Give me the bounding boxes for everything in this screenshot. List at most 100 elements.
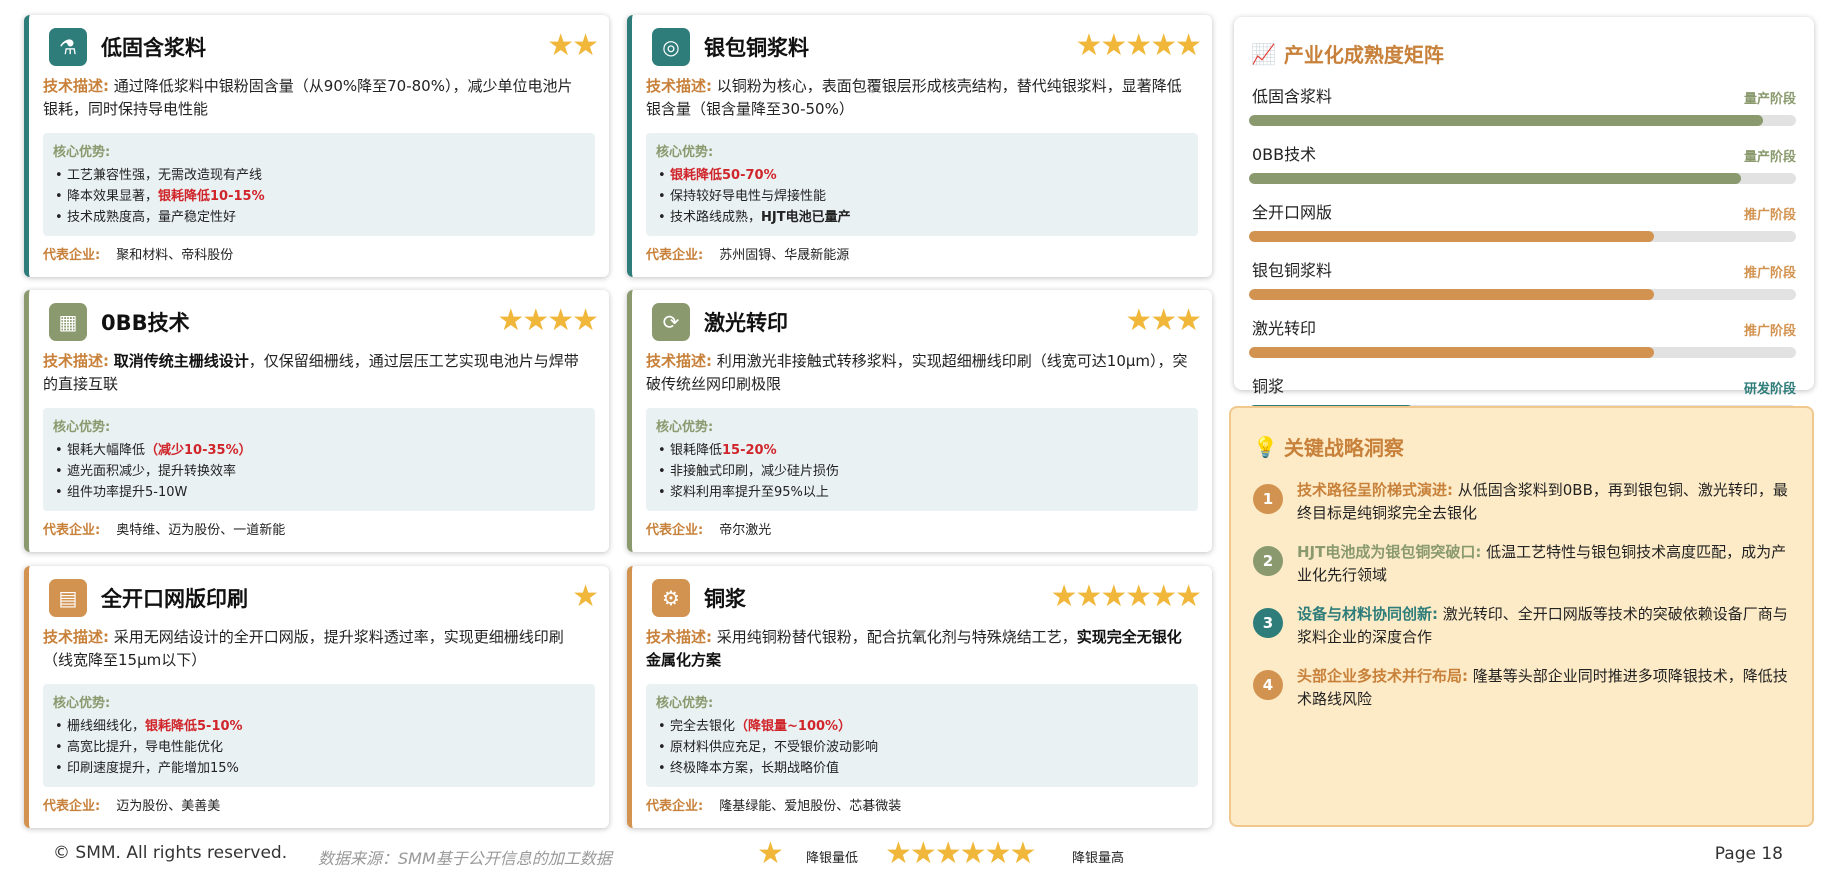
chart-line-icon: 📈	[1251, 41, 1276, 66]
progress-fill	[1249, 231, 1654, 242]
card-title: 铜浆	[704, 587, 746, 611]
progress-bar	[1249, 173, 1796, 184]
row-name: 铜浆	[1252, 377, 1285, 396]
companies: 代表企业: 苏州固锝、华晟新能源	[646, 248, 850, 263]
list-item: 银耗大幅降低（减少10-35%）	[53, 440, 585, 461]
star-rating: ★★	[547, 28, 599, 63]
matrix-row: 全开口网版 推广阶段	[1249, 199, 1796, 242]
star-rating: ★★★	[1125, 303, 1202, 338]
stage-label: 研发阶段	[1743, 382, 1796, 397]
tech-card-full-open-screen: ▤ 全开口网版印刷 ★ 技术描述: 采用无网结设计的全开口网版，提升浆料透过率，…	[24, 566, 609, 828]
list-item: 原材料供应充足，不受银价波动影响	[656, 737, 1188, 758]
advantages-box: 核心优势: 银耗降低15-20% 非接触式印刷，减少硅片损伤 浆料利用率提升至9…	[646, 408, 1198, 511]
number-badge: 1	[1253, 484, 1283, 514]
tech-card-low-solid: ⚗ 低固含浆料 ★★ 技术描述: 通过降低浆料中银粉固含量（从90%降至70-8…	[24, 15, 609, 277]
progress-fill	[1249, 173, 1742, 184]
card-title: 银包铜浆料	[704, 36, 809, 60]
card-description: 技术描述: 通过降低浆料中银粉固含量（从90%降至70-80%），减少单位电池片…	[43, 77, 573, 118]
row-name: 0BB技术	[1252, 145, 1317, 164]
insight-text: 技术路径呈阶梯式演进: 从低固含浆料到0BB，再到银包铜、激光转印，最终目标是纯…	[1297, 481, 1788, 522]
insight-text: HJT电池成为银包铜突破口: 低温工艺特性与银包铜技术高度匹配，成为产业化先行领…	[1297, 543, 1787, 584]
legend-label-high: 降银量高	[1072, 851, 1125, 866]
list-item: 高宽比提升，导电性能优化	[53, 737, 585, 758]
card-description: 技术描述: 采用无网结设计的全开口网版，提升浆料透过率，实现更细栅线印刷（线宽降…	[43, 628, 564, 669]
matrix-row: 银包铜浆料 推广阶段	[1249, 257, 1796, 300]
strategic-insights-panel: 💡 关键战略洞察 1 技术路径呈阶梯式演进: 从低固含浆料到0BB，再到银包铜、激…	[1229, 406, 1814, 827]
coins-icon: ◎	[652, 28, 690, 66]
matrix-row: 0BB技术 量产阶段	[1249, 141, 1796, 184]
insight-item: 3 设备与材料协同创新: 激光转印、全开口网版等技术的突破依赖设备厂商与浆料企业的…	[1253, 603, 1792, 649]
page-number: Page 18	[1714, 844, 1783, 864]
list-item: 银耗降低15-20%	[656, 440, 1188, 461]
card-description: 技术描述: 采用纯铜粉替代银粉，配合抗氧化剂与特殊烧结工艺，实现完全无银化金属化…	[646, 628, 1182, 669]
tech-card-0bb: ▦ 0BB技术 ★★★★ 技术描述: 取消传统主栅线设计，仅保留细栅线，通过层压…	[24, 290, 609, 552]
progress-fill	[1249, 289, 1654, 300]
legend-star-low: ★	[757, 836, 784, 871]
list-item: 非接触式印刷，减少硅片损伤	[656, 461, 1188, 482]
list-item: 工艺兼容性强，无需改造现有产线	[53, 165, 585, 186]
companies: 代表企业: 奥特维、迈为股份、一道新能	[43, 523, 286, 538]
card-description: 技术描述: 取消传统主栅线设计，仅保留细栅线，通过层压工艺实现电池片与焊带的直接…	[43, 352, 579, 393]
row-name: 低固含浆料	[1252, 87, 1333, 106]
companies: 代表企业: 隆基绿能、爱旭股份、芯碁微装	[646, 799, 902, 814]
legend-star-high: ★★★★★★	[885, 836, 1036, 871]
flask-icon: ⚗	[49, 28, 87, 66]
list-item: 银耗降低50-70%	[656, 165, 1188, 186]
matrix-row: 激光转印 推广阶段	[1249, 315, 1796, 358]
list-item: 保持较好导电性与焊接性能	[656, 186, 1188, 207]
stage-label: 推广阶段	[1743, 266, 1796, 281]
footer: © SMM. All rights reserved. 数据来源：SMM基于公开…	[0, 835, 1825, 875]
card-title: 全开口网版印刷	[101, 587, 248, 611]
list-item: 印刷速度提升，产能增加15%	[53, 758, 585, 779]
advantages-box: 核心优势: 栅线细线化，银耗降低5-10% 高宽比提升，导电性能优化 印刷速度提…	[43, 684, 595, 787]
card-title: 0BB技术	[101, 311, 190, 335]
card-title: 低固含浆料	[101, 36, 206, 60]
companies: 代表企业: 迈为股份、美善美	[43, 799, 221, 814]
advantages-box: 核心优势: 银耗大幅降低（减少10-35%） 遮光面积减少，提升转换效率 组件功…	[43, 408, 595, 511]
list-item: 终极降本方案，长期战略价值	[656, 758, 1188, 779]
number-badge: 4	[1253, 670, 1283, 700]
refresh-icon: ⟳	[652, 303, 690, 341]
list-item: 栅线细线化，银耗降低5-10%	[53, 716, 585, 737]
star-rating: ★★★★★★	[1050, 579, 1202, 614]
panel-title: 💡 关键战略洞察	[1253, 434, 1404, 461]
stage-label: 量产阶段	[1743, 150, 1796, 165]
maturity-matrix-panel: 📈 产业化成熟度矩阵 低固含浆料 量产阶段 0BB技术 量产阶段 全开口网版 推广阶段 银包…	[1234, 17, 1814, 416]
printer-icon: ▤	[49, 579, 87, 617]
data-source: 数据来源：SMM基于公开信息的加工数据	[318, 849, 612, 868]
copyright: © SMM. All rights reserved.	[53, 843, 288, 863]
companies: 代表企业: 聚和材料、帝科股份	[43, 248, 234, 263]
advantages-box: 核心优势: 工艺兼容性强，无需改造现有产线 降本效果显著，银耗降低10-15% …	[43, 133, 595, 236]
row-name: 全开口网版	[1252, 203, 1333, 222]
matrix-row: 低固含浆料 量产阶段	[1249, 83, 1796, 126]
insight-text: 头部企业多技术并行布局: 隆基等头部企业同时推进多项降银技术，降低技术路线风险	[1297, 667, 1788, 708]
lightbulb-icon: 💡	[1253, 434, 1278, 459]
progress-fill	[1249, 115, 1764, 126]
companies: 代表企业: 帝尔激光	[646, 523, 772, 538]
list-item: 技术路线成熟，HJT电池已量产	[656, 207, 1188, 228]
progress-bar	[1249, 115, 1796, 126]
row-name: 银包铜浆料	[1252, 261, 1333, 280]
list-item: 降本效果显著，银耗降低10-15%	[53, 186, 585, 207]
slide-page: ⚗ 低固含浆料 ★★ 技术描述: 通过降低浆料中银粉固含量（从90%降至70-8…	[0, 0, 1825, 883]
insight-text: 设备与材料协同创新: 激光转印、全开口网版等技术的突破依赖设备厂商与浆料企业的深…	[1297, 605, 1788, 646]
stage-label: 量产阶段	[1743, 92, 1796, 107]
progress-bar	[1249, 347, 1796, 358]
grid-icon: ▦	[49, 303, 87, 341]
card-description: 技术描述: 以铜粉为核心，表面包覆银层形成核壳结构，替代纯银浆料，显著降低银含量…	[646, 77, 1182, 118]
gear-icon: ⚙	[652, 579, 690, 617]
list-item: 遮光面积减少，提升转换效率	[53, 461, 585, 482]
card-description: 技术描述: 利用激光非接触式转移浆料，实现超细栅线印刷（线宽可达10μm），突破…	[646, 352, 1188, 393]
number-badge: 2	[1253, 546, 1283, 576]
tech-card-silver-copper: ◎ 银包铜浆料 ★★★★★ 技术描述: 以铜粉为核心，表面包覆银层形成核壳结构，…	[627, 15, 1212, 277]
list-item: 组件功率提升5-10W	[53, 482, 585, 503]
stage-label: 推广阶段	[1743, 208, 1796, 223]
advantages-box: 核心优势: 银耗降低50-70% 保持较好导电性与焊接性能 技术路线成熟，HJT…	[646, 133, 1198, 236]
tech-card-copper-paste: ⚙ 铜浆 ★★★★★★ 技术描述: 采用纯铜粉替代银粉，配合抗氧化剂与特殊烧结工…	[627, 566, 1212, 828]
number-badge: 3	[1253, 608, 1283, 638]
insight-item: 1 技术路径呈阶梯式演进: 从低固含浆料到0BB，再到银包铜、激光转印，最终目标是…	[1253, 479, 1792, 525]
list-item: 完全去银化（降银量~100%）	[656, 716, 1188, 737]
progress-fill	[1249, 347, 1654, 358]
progress-bar	[1249, 231, 1796, 242]
insight-item: 2 HJT电池成为银包铜突破口: 低温工艺特性与银包铜技术高度匹配，成为产业化先行…	[1253, 541, 1792, 587]
